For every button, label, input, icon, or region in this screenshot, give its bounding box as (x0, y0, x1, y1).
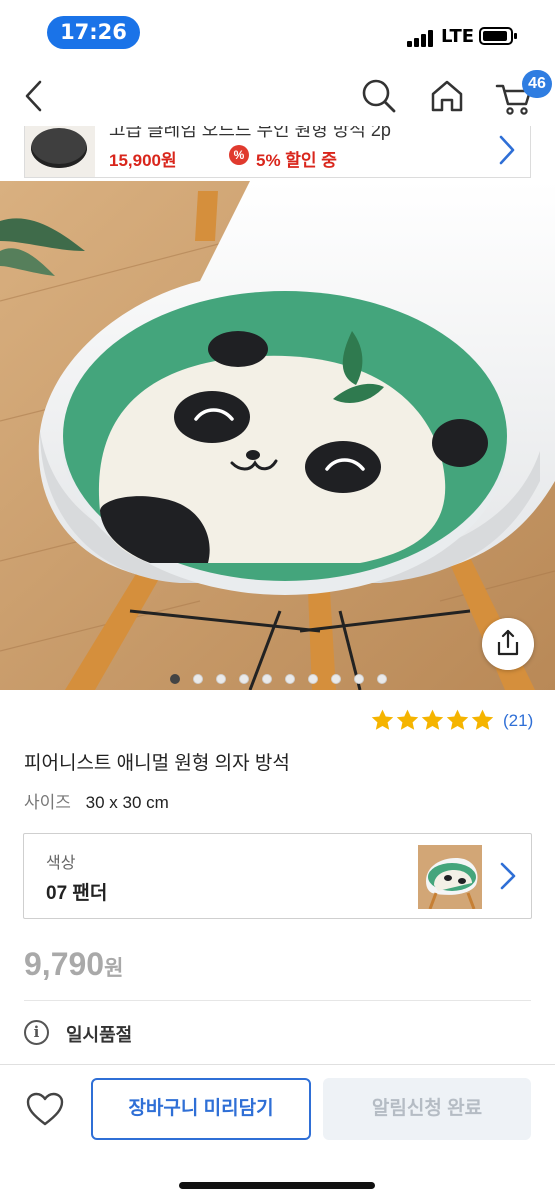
product-price: 9,790원 (24, 946, 123, 983)
star-icon (421, 709, 444, 730)
pagination-dot[interactable] (308, 674, 318, 684)
star-icon (371, 709, 394, 730)
back-icon[interactable] (16, 76, 56, 116)
size-value: 30 x 30 cm (85, 793, 169, 812)
status-time: 17:26 (47, 16, 140, 49)
cart-count-badge: 46 (522, 70, 552, 98)
product-image[interactable] (0, 181, 555, 690)
product-title: 피어니스트 애니멀 원형 의자 방석 (24, 753, 290, 774)
info-icon: i (24, 1020, 49, 1045)
pagination-dot[interactable] (331, 674, 341, 684)
related-product-title: 고급 클레임 오드드 무인 원형 방석 2p (109, 126, 391, 140)
star-icon (446, 709, 469, 730)
related-product-thumbnail (25, 126, 95, 177)
divider (24, 1000, 531, 1001)
search-icon[interactable] (358, 76, 398, 116)
image-pagination-dots[interactable] (0, 672, 555, 686)
option-label: 색상 (46, 855, 76, 872)
bottom-action-bar: 장바구니 미리담기 알림신청 완료 (0, 1064, 555, 1200)
pagination-dot[interactable] (216, 674, 226, 684)
restock-notification-button: 알림신청 완료 (323, 1078, 531, 1140)
size-info: 사이즈 30 x 30 cm (24, 788, 169, 813)
price-unit: 원 (104, 957, 124, 980)
nav-bar (0, 66, 555, 126)
pagination-dot[interactable] (262, 674, 272, 684)
network-label: LTE (441, 26, 475, 47)
heart-icon[interactable] (25, 1091, 65, 1127)
pagination-dot[interactable] (170, 674, 180, 684)
size-label: 사이즈 (24, 793, 71, 812)
chevron-right-icon (500, 862, 516, 890)
related-product-banner[interactable]: 고급 클레임 오드드 무인 원형 방석 2p 15,900원 % 5% 할인 중 (24, 126, 531, 178)
pagination-dot[interactable] (377, 674, 387, 684)
add-to-cart-preorder-button[interactable]: 장바구니 미리담기 (91, 1078, 311, 1140)
signal-icon (407, 29, 435, 47)
share-icon[interactable] (482, 618, 534, 670)
pagination-dot[interactable] (354, 674, 364, 684)
related-product-price: 15,900원 (109, 151, 177, 170)
discount-icon: % (229, 145, 249, 165)
color-option-selector[interactable]: 색상 07 팬더 (23, 833, 532, 919)
star-icon (396, 709, 419, 730)
related-product-discount: 5% 할인 중 (256, 151, 337, 170)
panda-seat-cushion-photo (0, 181, 555, 690)
price-amount: 9,790 (24, 946, 105, 982)
home-indicator (179, 1182, 375, 1189)
pagination-dot[interactable] (193, 674, 203, 684)
stock-status-text: 일시품절 (66, 1025, 133, 1045)
review-count[interactable]: (21) (503, 711, 533, 731)
option-thumbnail (418, 845, 482, 909)
pagination-dot[interactable] (239, 674, 249, 684)
battery-icon (479, 27, 517, 45)
chevron-right-icon (499, 135, 515, 165)
option-value: 07 팬더 (46, 883, 108, 904)
status-bar: 17:26 LTE (0, 0, 555, 66)
pagination-dot[interactable] (285, 674, 295, 684)
star-icon (471, 709, 494, 730)
home-icon[interactable] (427, 76, 467, 116)
